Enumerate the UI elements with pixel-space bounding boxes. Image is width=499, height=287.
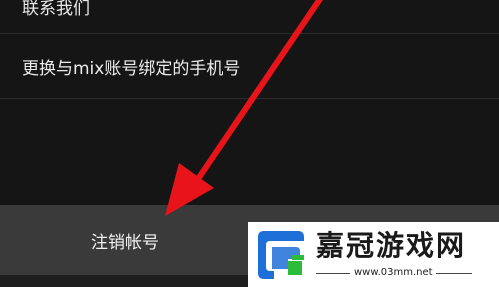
menu-item-label: 联系我们 — [22, 0, 90, 19]
divider — [0, 98, 499, 99]
divider — [436, 273, 472, 274]
menu-item-label: 更换与mix账号绑定的手机号 — [22, 58, 241, 79]
watermark-logo-icon — [258, 231, 304, 279]
watermark-title: 嘉冠游戏网 — [316, 229, 467, 262]
cancel-account-label: 注销帐号 — [91, 232, 159, 253]
cancel-account-button[interactable]: 注销帐号 — [0, 205, 250, 275]
watermark-url: www.03mm.net — [354, 267, 433, 278]
menu-item-change-phone[interactable]: 更换与mix账号绑定的手机号 — [0, 34, 499, 98]
divider — [316, 273, 350, 274]
watermark: 嘉冠游戏网 www.03mm.net — [248, 222, 499, 287]
menu-item-contact-us[interactable]: 联系我们 — [0, 0, 499, 28]
